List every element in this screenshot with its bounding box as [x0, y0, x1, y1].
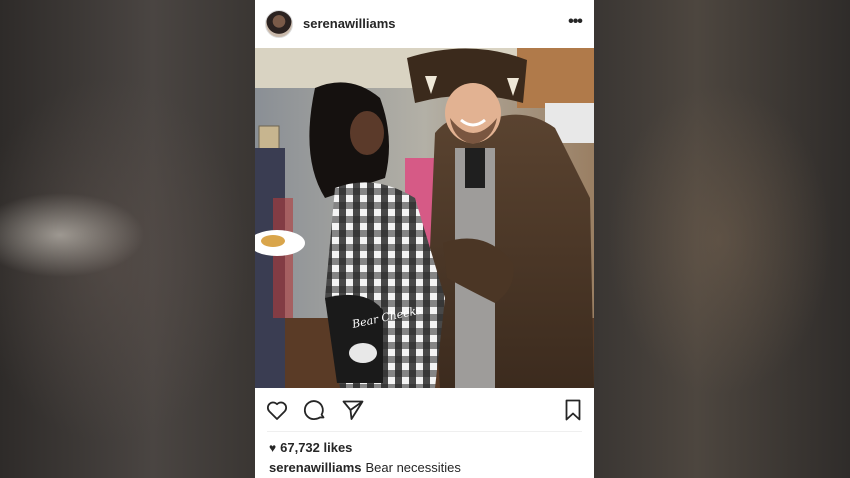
post-header: serenawilliams •••: [255, 0, 594, 48]
divider: [267, 431, 582, 432]
post-username[interactable]: serenawilliams: [303, 16, 396, 31]
likes-count[interactable]: ♥ 67,732 likes: [269, 440, 352, 455]
heart-outline-icon[interactable]: [265, 398, 289, 422]
bookmark-icon[interactable]: [561, 398, 585, 422]
more-dots-icon[interactable]: •••: [565, 12, 585, 34]
heart-filled-icon: ♥: [269, 440, 277, 455]
caption-username[interactable]: serenawilliams: [269, 460, 362, 475]
caption-text: Bear necessities: [365, 460, 461, 475]
likes-label: 67,732 likes: [280, 440, 353, 455]
share-paper-plane-icon[interactable]: [341, 398, 365, 422]
comment-icon[interactable]: [303, 398, 327, 422]
avatar[interactable]: [265, 10, 293, 38]
photo-scene: Bear Cheeks: [255, 48, 594, 388]
post-photo[interactable]: Bear Cheeks: [255, 48, 594, 388]
post-actions: [255, 388, 594, 430]
post-caption: serenawilliams Bear necessities: [269, 460, 461, 475]
instagram-post-card: serenawilliams ••• Bear Cheeks ♥ 67,732 …: [255, 0, 594, 478]
